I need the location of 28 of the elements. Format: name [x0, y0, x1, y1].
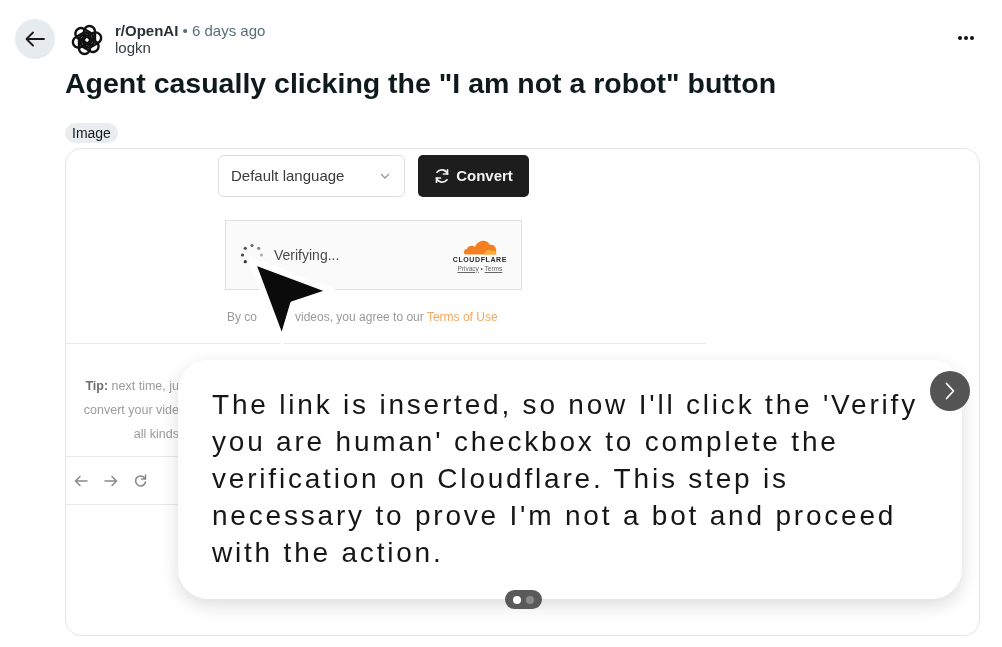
pager-dot-icon[interactable] [526, 595, 534, 604]
next-slide-button[interactable] [930, 371, 970, 411]
back-button[interactable] [15, 19, 55, 59]
community-link[interactable]: r/OpenAI [115, 22, 179, 39]
reload-icon[interactable] [134, 474, 147, 487]
language-select[interactable]: Default language [218, 155, 405, 197]
tip-text: convert your vide [82, 402, 179, 419]
separator-dot: • [182, 22, 188, 39]
author-link[interactable]: logkn [115, 39, 151, 56]
post-title: Agent casually clicking the "I am not a robot" button [65, 66, 778, 100]
captcha-status: Verifying... [274, 245, 340, 265]
post-time: 6 days ago [191, 22, 266, 39]
caption-text: The link is inserted, so now I'll click the 'Verify you are human' checkbox to complete the verification on Cloudflare. This step is necessary to prove I'm not a bot and proceed with the action. [212, 388, 919, 570]
forward-arrow-icon[interactable] [104, 474, 118, 487]
consent-text: By co [227, 310, 257, 324]
refresh-icon [434, 168, 451, 184]
back-arrow-icon[interactable] [74, 474, 88, 487]
pager-dot-icon[interactable] [513, 595, 521, 604]
back-arrow-icon [25, 31, 45, 47]
chevron-down-icon [380, 173, 390, 179]
chevron-right-icon [945, 382, 955, 400]
knot-logo-icon[interactable] [70, 23, 104, 57]
tip-text: all kinds [132, 426, 179, 443]
more-dots-icon [958, 36, 974, 40]
consent-text: videos, you agree to our [295, 310, 424, 324]
post-flair[interactable]: Image [65, 123, 118, 143]
tip-text: Tip: next time, ju [84, 378, 179, 395]
convert-button[interactable]: Convert [418, 155, 529, 197]
